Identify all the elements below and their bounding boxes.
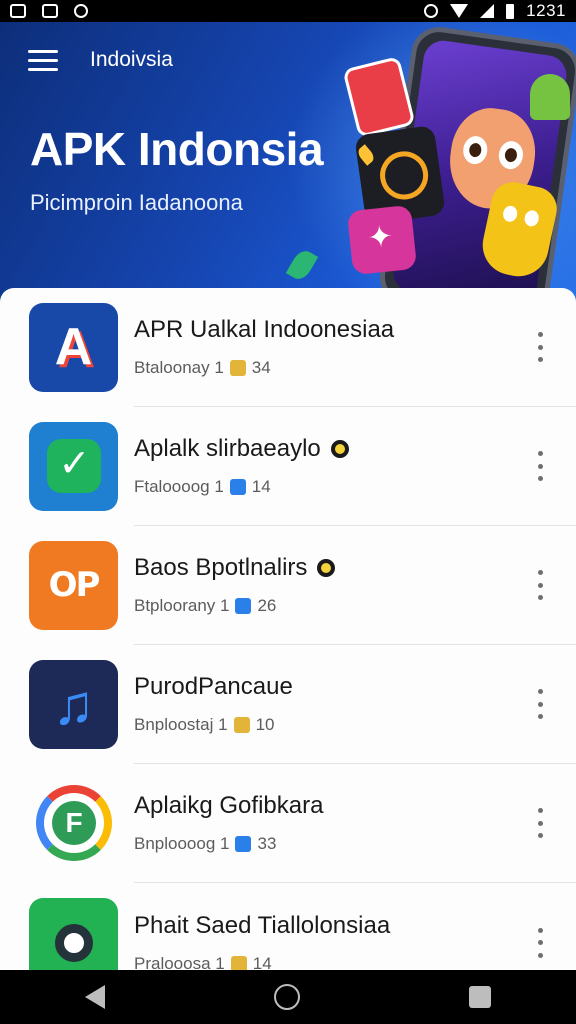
app-meta: Btaloonay 1 34 — [134, 358, 394, 378]
image-icon — [10, 4, 26, 18]
app-meta-text: Pralooosa 1 — [134, 953, 225, 971]
app-name-text: Baos Bpotlnalirs — [134, 554, 308, 581]
sync-icon — [74, 4, 88, 18]
app-title: Indoivsia — [90, 48, 173, 71]
message-icon — [42, 4, 58, 18]
more-options-icon[interactable] — [530, 808, 550, 838]
app-name-text: PurodPancaue — [134, 673, 293, 700]
app-meta-text: Ftaloooog 1 — [134, 477, 224, 496]
f-ring-icon: F — [36, 785, 112, 861]
app-meta: Ftaloooog 1 14 — [134, 477, 349, 497]
app-meta-count: 14 — [252, 953, 272, 971]
app-meta-count: 26 — [257, 596, 277, 615]
hero-title: APK Indonsia — [30, 123, 324, 175]
signal-icon — [480, 4, 495, 18]
status-left-icons — [10, 4, 88, 18]
app-meta-count: 33 — [257, 834, 277, 853]
wifi-icon — [450, 4, 469, 18]
status-bar: 1231 — [0, 0, 576, 22]
status-time: 1231 — [526, 1, 566, 20]
alarm-icon — [424, 4, 439, 18]
app-info: Baos Bpotlnalirs Btploorany 1 26 — [134, 554, 336, 616]
app-name: PurodPancaue — [134, 673, 293, 701]
status-right-icons: 1231 — [424, 1, 566, 21]
app-name-text: Aplaikg Gofibkara — [134, 792, 324, 819]
gear-eye-icon — [29, 898, 118, 970]
app-meta: Bnploostaj 1 10 — [134, 715, 293, 735]
a-logo-icon: A — [29, 302, 118, 392]
leaf-decoration-icon — [285, 247, 319, 283]
app-name-text: Aplalk slirbaeaylo — [134, 435, 321, 462]
app-meta-count: 10 — [255, 715, 275, 734]
app-card-pink-icon — [346, 204, 418, 276]
app-card-red-icon — [342, 56, 416, 138]
app-name: Baos Bpotlnalirs — [134, 554, 336, 582]
menu-icon[interactable] — [28, 50, 58, 72]
app-name: APR Ualkal Indoonesiaa — [134, 316, 394, 344]
app-name: Aplaikg Gofibkara — [134, 792, 323, 820]
android-icon — [530, 74, 570, 120]
app-name-text: APR Ualkal Indoonesiaa — [134, 316, 395, 343]
more-options-icon[interactable] — [530, 332, 550, 362]
app-meta-count: 34 — [251, 358, 271, 377]
app-meta-count: 14 — [251, 477, 271, 496]
badge-icon — [229, 479, 246, 495]
app-meta-text: Btploorany 1 — [134, 596, 230, 615]
more-options-icon[interactable] — [530, 570, 550, 600]
app-meta: Btploorany 1 26 — [134, 596, 335, 616]
list-item[interactable]: F Aplaikg Gofibkara Bnploooog 1 33 — [36, 764, 576, 883]
app-list: A APR Ualkal Indoonesiaa Btaloonay 1 34 … — [0, 288, 576, 970]
list-item[interactable]: Phait Saed Tiallolonsiaa Pralooosa 1 14 — [29, 883, 576, 971]
list-item[interactable]: Aplalk slirbaeaylo Ftaloooog 1 14 — [29, 407, 576, 526]
more-options-icon[interactable] — [530, 689, 550, 719]
badge-icon — [229, 360, 246, 376]
app-info: Aplalk slirbaeaylo Ftaloooog 1 14 — [134, 435, 349, 497]
app-info: PurodPancaue Bnploostaj 1 10 — [134, 673, 293, 735]
app-name-text: Phait Saed Tiallolonsiaa — [134, 911, 391, 939]
more-options-icon[interactable] — [530, 927, 550, 958]
back-icon[interactable] — [84, 985, 105, 1009]
badge-icon — [233, 717, 250, 733]
hero-header: Indoivsia APK Indonsia Picimproin Iadano… — [0, 22, 576, 312]
app-meta-text: Btaloonay 1 — [134, 358, 224, 377]
check-shield-icon — [29, 421, 118, 511]
list-item[interactable]: OP Baos Bpotlnalirs Btploorany 1 26 — [29, 526, 576, 645]
badge-icon — [235, 598, 252, 614]
badge-icon — [235, 836, 252, 852]
list-item[interactable]: A APR Ualkal Indoonesiaa Btaloonay 1 34 — [29, 288, 576, 407]
list-item[interactable]: ♫ PurodPancaue Bnploostaj 1 10 — [29, 645, 576, 764]
home-icon[interactable] — [273, 984, 300, 1010]
status-dot-icon — [317, 559, 336, 577]
app-meta: Pralooosa 1 14 — [134, 953, 390, 971]
app-info: Aplaikg Gofibkara Bnploooog 1 33 — [134, 792, 323, 854]
op-logo-icon: OP — [29, 540, 118, 630]
recents-icon[interactable] — [469, 986, 492, 1008]
app-meta-text: Bnploostaj 1 — [134, 715, 228, 734]
music-note-icon: ♫ — [29, 659, 118, 749]
badge-icon — [230, 955, 247, 970]
app-info: Phait Saed Tiallolonsiaa Pralooosa 1 14 — [134, 912, 390, 971]
status-dot-icon — [330, 440, 349, 458]
app-name: Aplalk slirbaeaylo — [134, 435, 349, 463]
hero-subtitle: Picimproin Iadanoona — [30, 190, 243, 215]
app-name: Phait Saed Tiallolonsiaa — [134, 912, 390, 940]
battery-icon — [506, 3, 515, 19]
app-meta-text: Bnploooog 1 — [134, 834, 230, 853]
more-options-icon[interactable] — [530, 451, 550, 481]
app-info: APR Ualkal Indoonesiaa Btaloonay 1 34 — [134, 316, 394, 378]
app-meta: Bnploooog 1 33 — [134, 834, 323, 854]
system-nav-bar — [0, 970, 576, 1024]
